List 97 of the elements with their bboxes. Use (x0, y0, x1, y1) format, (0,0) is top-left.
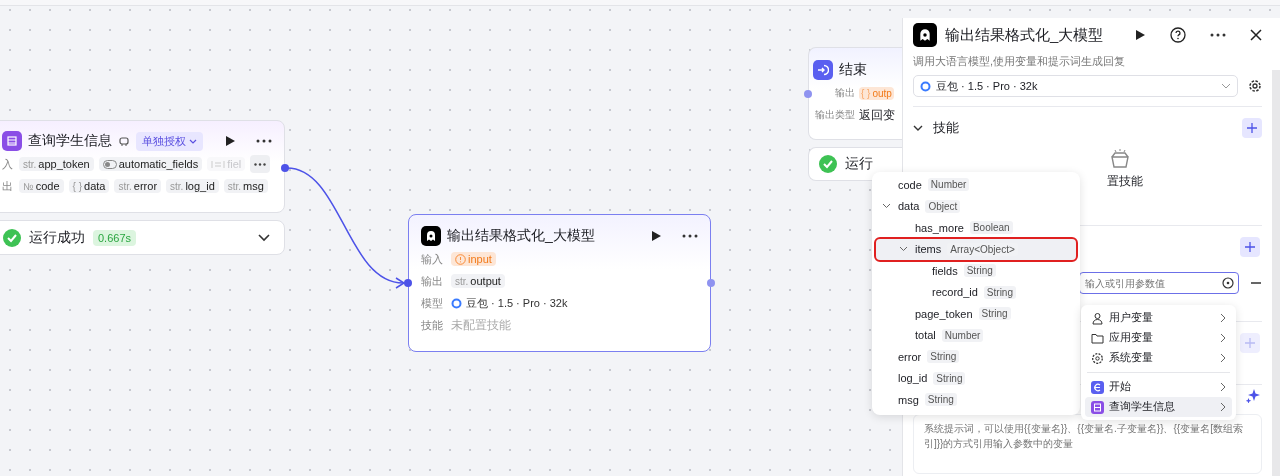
success-icon (3, 228, 21, 247)
caret-icon (189, 138, 197, 144)
section-title: 技能 (933, 119, 959, 137)
warning-icon (455, 253, 466, 265)
more-button[interactable] (250, 155, 271, 173)
variable-chip: str. error (114, 179, 162, 193)
panel-title: 输出结果格式化_大模型 (945, 25, 1104, 45)
status-text: 运行 (845, 155, 873, 173)
plugin-icon (118, 135, 130, 147)
row-label: 输出 (834, 86, 855, 100)
status-card[interactable]: 运行成功 0.667s (0, 220, 285, 255)
panel-description: 调用大语言模型,使用变量和提示词生成回复 (913, 54, 1127, 69)
variable-chip: { } data (68, 179, 110, 193)
close-icon[interactable] (1250, 29, 1262, 41)
gear-icon (1091, 351, 1104, 365)
variable-chip: str. output (451, 274, 505, 288)
duration-tag: 0.667s (93, 229, 137, 246)
variable-option[interactable]: fields String (876, 260, 1076, 282)
folder-icon (1091, 331, 1104, 345)
ghost-icon (421, 226, 441, 246)
table-icon (1091, 400, 1104, 414)
variable-option[interactable]: record_id String (876, 281, 1076, 303)
plus-icon (1247, 123, 1257, 133)
variable-option[interactable]: msg String (876, 389, 1076, 411)
model-logo-icon (451, 297, 462, 309)
warning-chip: input (451, 252, 496, 266)
add-button[interactable] (1240, 237, 1260, 257)
row-label: 出 (2, 178, 14, 194)
plus-icon (1245, 338, 1255, 348)
menu-item[interactable]: 应用变量 (1085, 328, 1232, 348)
run-icon[interactable] (224, 135, 236, 147)
row-label: 输出类型 (814, 108, 855, 122)
variable-option[interactable]: page_token String (876, 303, 1076, 325)
success-icon (819, 155, 837, 173)
variable-option[interactable]: has_more Boolean (876, 217, 1076, 239)
list-icon (211, 159, 226, 169)
status-text: 运行成功 (29, 228, 85, 247)
node-title: 查询学生信息 (28, 132, 112, 150)
row-label: 输入 (421, 251, 443, 267)
run-icon[interactable] (650, 230, 662, 242)
add-button[interactable] (1242, 118, 1262, 138)
variable-option[interactable]: error String (876, 346, 1076, 368)
variable-option[interactable]: items Array<Object> (876, 238, 1076, 260)
plus-icon (1245, 242, 1255, 252)
row-label: 入 (2, 156, 14, 172)
node-title: 输出结果格式化_大模型 (447, 227, 595, 245)
variable-chip: automatic_fields (98, 157, 203, 171)
skill-value: 未配置技能 (451, 316, 511, 334)
variable-chip: str. log_id (166, 179, 219, 193)
value-input[interactable]: 输入或引用参数值 (1079, 272, 1239, 294)
row-label: 技能 (421, 317, 443, 333)
inbox-icon (1108, 149, 1131, 169)
output-type-value: 返回变 (859, 106, 895, 124)
help-icon[interactable] (1170, 27, 1186, 43)
empty-skills-text: 置技能 (1105, 173, 1143, 190)
menu-item[interactable]: 查询学生信息 (1085, 397, 1232, 417)
row-label: 模型 (421, 295, 443, 311)
person-icon (1091, 311, 1104, 325)
variable-chip: str. app_token (19, 157, 94, 171)
prompt-input[interactable]: 系统提示词，可以使用{{变量名}}、{{变量名.子变量名}}、{{变量名[数组索引]}}的方式引用输入参数中的变量 (913, 414, 1262, 474)
status-card[interactable]: 运行 (808, 147, 902, 181)
auth-dropdown[interactable]: 单独授权 (136, 131, 203, 151)
sparkle-icon[interactable] (1246, 389, 1260, 403)
variable-option[interactable]: log_id String (876, 367, 1076, 389)
run-icon[interactable] (1134, 29, 1146, 41)
variable-option[interactable]: data Object (876, 195, 1076, 217)
menu-item[interactable]: 开始 (1085, 377, 1232, 397)
model-name: 豆包 · 1.5 · Pro · 32k (936, 78, 1038, 94)
more-icon (254, 162, 267, 166)
model-select[interactable]: 豆包 · 1.5 · Pro · 32k (913, 75, 1238, 97)
variable-chip: str. msg (223, 179, 268, 193)
variable-chip: № code (19, 179, 64, 193)
menu-item[interactable]: 系统变量 (1085, 348, 1232, 368)
menu-item[interactable]: 用户变量 (1085, 308, 1232, 328)
output-port[interactable] (281, 164, 289, 172)
more-icon[interactable] (256, 139, 272, 143)
output-port[interactable] (707, 279, 715, 287)
start-icon (1091, 380, 1104, 394)
more-icon[interactable] (1210, 33, 1226, 37)
warning-chip: { } outp (859, 86, 894, 100)
variable-option[interactable]: total Number (876, 324, 1076, 346)
more-icon[interactable] (682, 234, 698, 238)
chevron-down-icon[interactable] (913, 124, 923, 132)
ghost-icon (913, 23, 937, 47)
node-title: 结束 (839, 61, 867, 79)
model-name: 豆包 · 1.5 · Pro · 32k (466, 295, 568, 311)
settings-icon[interactable] (1248, 79, 1262, 93)
toggle-icon (102, 159, 117, 169)
table-icon (2, 131, 22, 151)
exit-icon (813, 60, 833, 80)
input-port[interactable] (404, 279, 412, 287)
input-port[interactable] (804, 89, 812, 98)
row-label: 输出 (421, 273, 443, 289)
chevron-down-icon[interactable] (258, 233, 270, 242)
target-icon[interactable] (1222, 277, 1234, 289)
chevron-down-icon[interactable] (882, 203, 891, 210)
model-logo-icon (920, 80, 931, 92)
